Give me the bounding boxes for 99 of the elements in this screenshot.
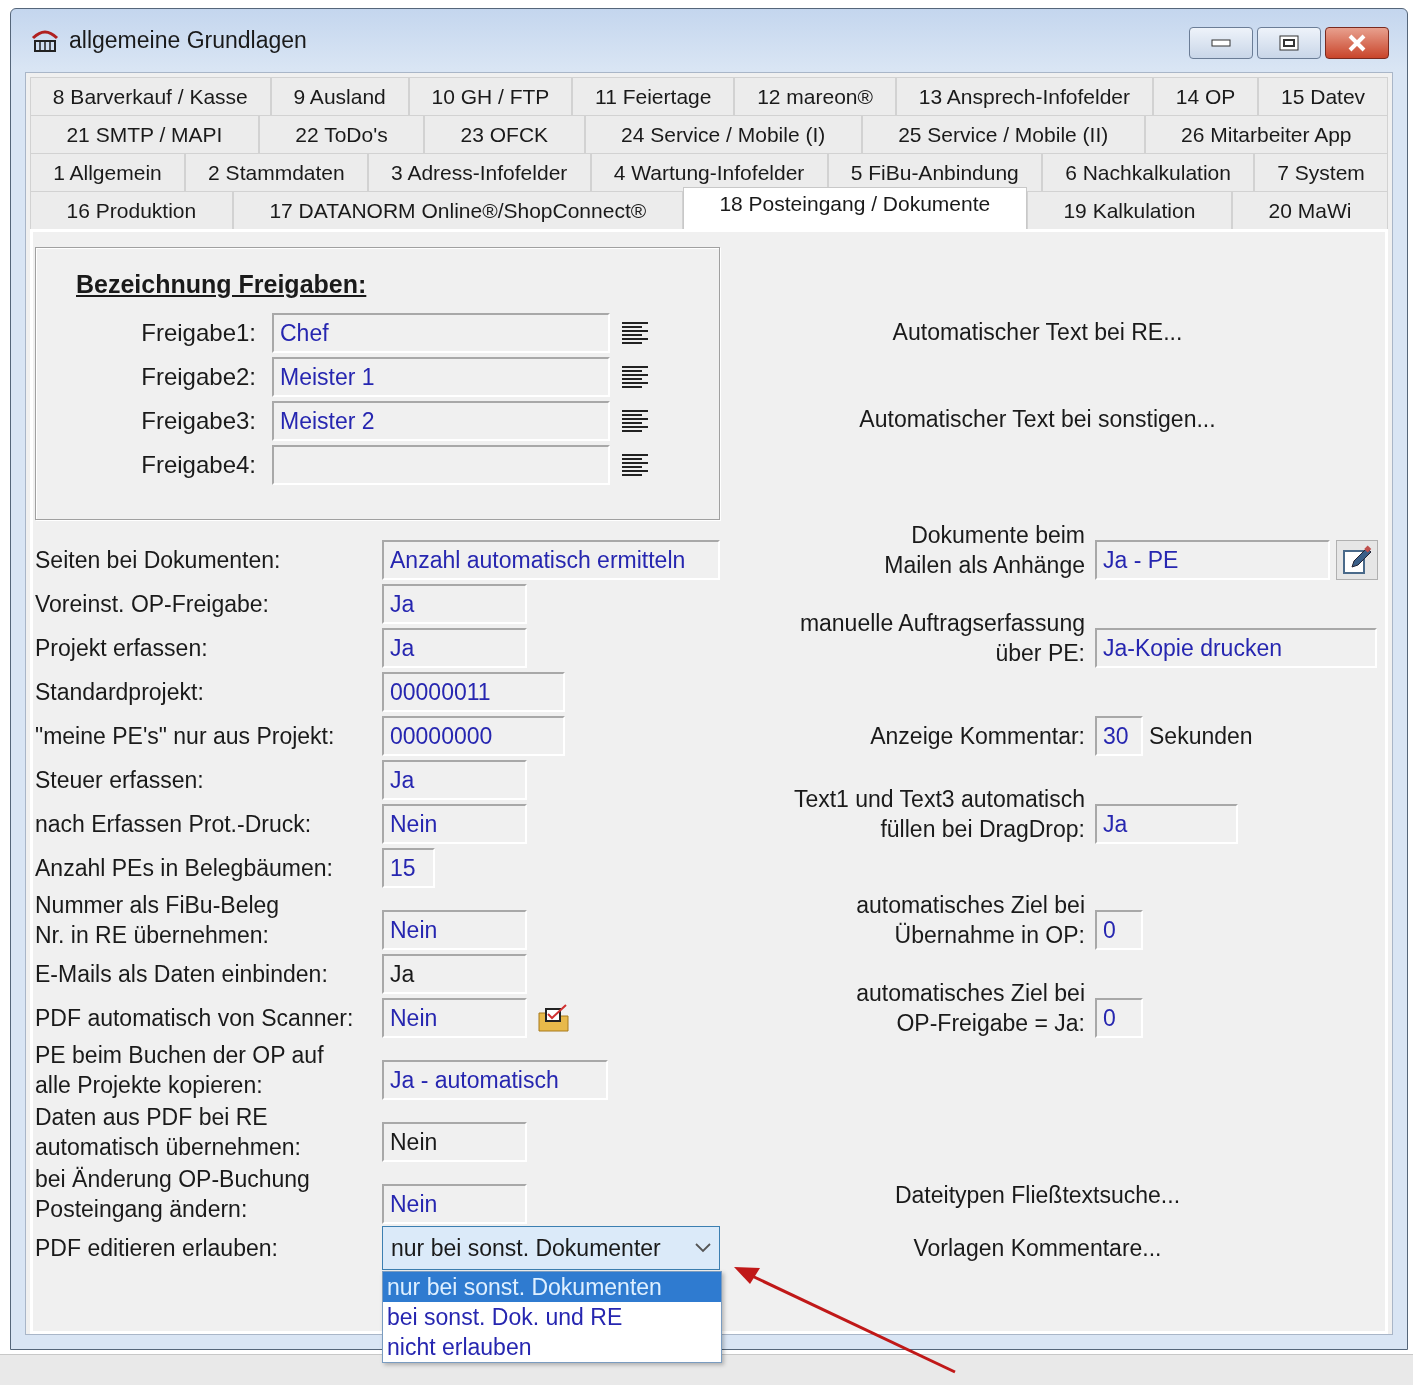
- input-field[interactable]: Ja-Kopie drucken: [1095, 628, 1377, 668]
- input-field[interactable]: Ja - automatisch: [382, 1060, 608, 1100]
- input-field[interactable]: 15: [382, 848, 435, 888]
- input-field[interactable]: [272, 445, 610, 485]
- tab[interactable]: 15 Datev: [1258, 77, 1388, 115]
- tab[interactable]: 23 OFCK: [424, 115, 585, 153]
- input-field[interactable]: 0: [1095, 910, 1143, 950]
- field-label: PDF editieren erlauben:: [35, 1234, 279, 1263]
- input-field[interactable]: Meister 2: [272, 401, 610, 441]
- tab[interactable]: 4 Wartung-Infofelder: [590, 153, 828, 191]
- link-button[interactable]: Automatischer Text bei sonstigen...: [859, 406, 1216, 433]
- maximize-button[interactable]: [1257, 27, 1321, 59]
- input-field[interactable]: Ja: [382, 954, 527, 994]
- close-button[interactable]: [1325, 27, 1389, 59]
- dropdown-option[interactable]: bei sonst. Dok. und RE: [383, 1302, 721, 1332]
- minimize-icon: [1211, 39, 1231, 47]
- input-field[interactable]: 00000000: [382, 716, 565, 756]
- field-label: Freigabe3:: [140, 407, 256, 435]
- tab[interactable]: 1 Allgemein: [30, 153, 185, 191]
- field-label: Standardprojekt:: [35, 678, 205, 707]
- field-label: Daten aus PDF bei RE automatisch übernehmen:: [35, 1103, 302, 1162]
- field-label: Projekt erfassen:: [35, 634, 209, 663]
- field-label: Freigabe1:: [140, 319, 256, 347]
- field-label: Nummer als FiBu-Beleg Nr. in RE übernehmen:: [35, 891, 281, 950]
- field-label: Anzahl PEs in Belegbäumen:: [35, 854, 334, 883]
- maximize-icon: [1279, 35, 1299, 51]
- close-icon: [1347, 34, 1367, 52]
- edit-icon: [1342, 545, 1372, 575]
- tab[interactable]: 6 Nachkalkulation: [1042, 153, 1255, 191]
- tab[interactable]: 22 ToDo's: [258, 115, 425, 153]
- tab[interactable]: 3 Adress-Infofelder: [367, 153, 591, 191]
- input-field[interactable]: 30: [1095, 716, 1143, 756]
- tab[interactable]: 24 Service / Mobile (I): [584, 115, 862, 153]
- input-field[interactable]: Nein: [382, 804, 527, 844]
- field-label: PE beim Buchen der OP auf alle Projekte kopieren:: [35, 1041, 325, 1100]
- tab[interactable]: 26 Mitarbeiter App: [1144, 115, 1388, 153]
- input-field[interactable]: Nein: [382, 910, 527, 950]
- input-field[interactable]: Ja: [382, 760, 527, 800]
- tab[interactable]: 21 SMTP / MAPI: [30, 115, 259, 153]
- field-label: automatisches Ziel bei OP-Freigabe = Ja:: [855, 979, 1085, 1038]
- field-label: nach Erfassen Prot.-Druck:: [35, 810, 313, 839]
- field-label: PDF automatisch von Scanner:: [35, 1004, 355, 1033]
- input-field[interactable]: 0: [1095, 998, 1143, 1038]
- field-label: E-Mails als Daten einbinden:: [35, 960, 329, 989]
- field-label: "meine PE's" nur aus Projekt:: [35, 722, 336, 751]
- folder-check-icon[interactable]: [537, 1003, 571, 1033]
- window-title: allgemeine Grundlagen: [69, 27, 308, 54]
- unit-label: Sekunden: [1149, 722, 1253, 750]
- field-label: Text1 und Text3 automatisch füllen bei DragDrop:: [792, 785, 1085, 844]
- edit-button[interactable]: [1336, 540, 1378, 580]
- tab[interactable]: 20 MaWi: [1231, 191, 1388, 229]
- field-label: Freigabe2:: [140, 363, 256, 391]
- field-label: Voreinst. OP-Freigabe:: [35, 590, 270, 619]
- input-field[interactable]: Meister 1: [272, 357, 610, 397]
- group-title: Bezeichnung Freigaben:: [76, 270, 368, 299]
- minimize-button[interactable]: [1189, 27, 1253, 59]
- input-field[interactable]: Chef: [272, 313, 610, 353]
- app-logo-icon: [31, 27, 59, 54]
- tab[interactable]: 9 Ausland: [270, 77, 409, 115]
- tab[interactable]: 8 Barverkauf / Kasse: [30, 77, 271, 115]
- list-icon[interactable]: [622, 322, 648, 344]
- input-field[interactable]: Nein: [382, 1184, 527, 1224]
- field-label: Steuer erfassen:: [35, 766, 205, 795]
- link-button[interactable]: Automatischer Text bei RE...: [892, 319, 1183, 346]
- list-icon[interactable]: [622, 454, 648, 476]
- tab[interactable]: 12 mareon®: [734, 77, 896, 115]
- field-label: Dokumente beim Mailen als Anhänge: [883, 521, 1085, 580]
- chevron-down-icon: [695, 1243, 711, 1253]
- tab[interactable]: 14 OP: [1152, 77, 1259, 115]
- input-field[interactable]: Nein: [382, 998, 527, 1038]
- field-label: bei Änderung OP-Buchung Posteingang ändern:: [35, 1165, 311, 1224]
- link-button[interactable]: Vorlagen Kommentare...: [913, 1234, 1162, 1262]
- tab[interactable]: 13 Ansprech-Infofelder: [895, 77, 1153, 115]
- tab[interactable]: 7 System: [1254, 153, 1388, 191]
- tab[interactable]: 17 DATANORM Online®/ShopConnect®: [232, 191, 683, 229]
- dropdown-option[interactable]: nicht erlauben: [383, 1332, 721, 1362]
- tab[interactable]: 11 Feiertage: [572, 77, 735, 115]
- input-field[interactable]: Ja: [1095, 804, 1238, 844]
- tab[interactable]: 10 GH / FTP: [408, 77, 573, 115]
- input-field[interactable]: Ja: [382, 628, 527, 668]
- field-label: Anzeige Kommentar:: [869, 722, 1085, 751]
- field-label: Freigabe4:: [140, 451, 256, 479]
- input-field[interactable]: 00000011: [382, 672, 565, 712]
- tab[interactable]: 19 Kalkulation: [1026, 191, 1232, 229]
- field-label: automatisches Ziel bei Übernahme in OP:: [855, 891, 1085, 950]
- field-label: manuelle Auftragserfassung über PE:: [798, 609, 1085, 668]
- input-field[interactable]: Nein: [382, 1122, 527, 1162]
- input-field[interactable]: Ja - PE: [1095, 540, 1330, 580]
- tab[interactable]: 2 Stammdaten: [184, 153, 368, 191]
- list-icon[interactable]: [622, 410, 648, 432]
- tab[interactable]: 16 Produktion: [30, 191, 233, 229]
- tab[interactable]: 25 Service / Mobile (II): [861, 115, 1145, 153]
- field-label: Seiten bei Dokumenten:: [35, 546, 282, 575]
- tab[interactable]: 18 Posteingang / Dokumente: [682, 187, 1027, 229]
- input-field[interactable]: Ja: [382, 584, 527, 624]
- link-button[interactable]: Dateitypen Fließtextsuche...: [894, 1181, 1181, 1209]
- dropdown-option[interactable]: nur bei sonst. Dokumenten: [383, 1272, 721, 1302]
- input-field[interactable]: Anzahl automatisch ermitteln: [382, 540, 720, 580]
- list-icon[interactable]: [622, 366, 648, 388]
